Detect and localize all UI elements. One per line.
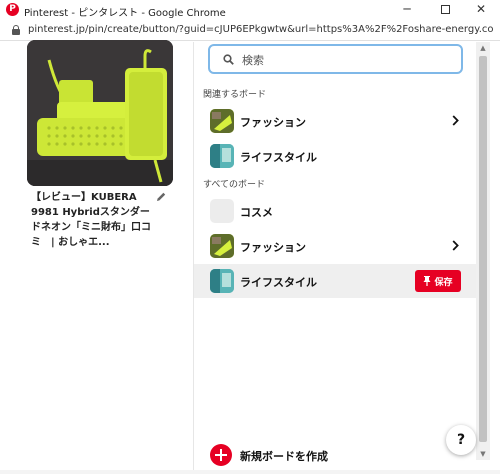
- pin-description: 【レビュー】KUBERA 9981 Hybridスタンダードネオン「ミニ財布」口…: [31, 192, 151, 248]
- related-boards-heading: 関連するボード: [203, 90, 267, 100]
- board-row-cosme[interactable]: コスメ: [194, 194, 476, 228]
- board-row-fashion[interactable]: ファッション: [194, 229, 476, 263]
- window-titlebar: P Pinterest - ピンタレスト - Google Chrome ─ ✕: [0, 0, 500, 20]
- board-thumbnail: [210, 199, 234, 223]
- scroll-up-arrow-icon[interactable]: ▲: [476, 42, 490, 54]
- pin-image: [27, 40, 173, 186]
- board-thumbnail: [210, 109, 234, 133]
- chevron-right-icon[interactable]: [452, 240, 459, 251]
- window-bottom-edge: [0, 470, 500, 474]
- board-name: コスメ: [240, 206, 273, 219]
- edit-pencil-icon[interactable]: [155, 191, 167, 203]
- pinterest-logo-icon: P: [6, 3, 19, 16]
- maximize-icon: [440, 5, 450, 14]
- address-bar[interactable]: pinterest.jp/pin/create/button/?guid=cJU…: [0, 20, 500, 41]
- close-button[interactable]: ✕: [462, 0, 500, 20]
- search-icon: [223, 54, 234, 65]
- scroll-down-arrow-icon[interactable]: ▼: [476, 448, 490, 460]
- board-search-box[interactable]: [208, 44, 463, 74]
- scrollbar-thumb[interactable]: [479, 56, 487, 442]
- board-row-related-fashion[interactable]: ファッション: [194, 104, 476, 138]
- board-name: ライフスタイル: [240, 276, 317, 289]
- board-thumbnail: [210, 269, 234, 293]
- lock-icon: [12, 25, 20, 35]
- board-thumbnail: [210, 234, 234, 258]
- plus-icon: [210, 444, 232, 466]
- create-board-button[interactable]: 新規ボードを作成: [194, 440, 476, 470]
- save-button[interactable]: 保存: [415, 270, 461, 292]
- board-list-scrollbar[interactable]: ▲ ▼: [476, 42, 490, 460]
- board-name: ライフスタイル: [240, 151, 317, 164]
- board-row-related-lifestyle[interactable]: ライフスタイル: [194, 139, 476, 173]
- create-board-label: 新規ボードを作成: [240, 450, 328, 463]
- board-name: ファッション: [240, 241, 306, 254]
- all-boards-heading: すべてのボード: [203, 180, 266, 190]
- board-thumbnail: [210, 144, 234, 168]
- board-name: ファッション: [240, 116, 306, 129]
- board-search-input[interactable]: [242, 51, 442, 69]
- window-title: Pinterest - ピンタレスト - Google Chrome: [24, 8, 226, 19]
- minimize-button[interactable]: ─: [388, 0, 426, 20]
- board-row-lifestyle[interactable]: ライフスタイル 保存: [194, 264, 476, 298]
- maximize-button[interactable]: [426, 0, 464, 20]
- save-button-label: 保存: [434, 277, 453, 288]
- wallet-photo: [27, 40, 173, 186]
- pin-icon: [423, 275, 431, 286]
- url-text[interactable]: pinterest.jp/pin/create/button/?guid=cJU…: [28, 24, 494, 35]
- chevron-right-icon[interactable]: [452, 115, 459, 126]
